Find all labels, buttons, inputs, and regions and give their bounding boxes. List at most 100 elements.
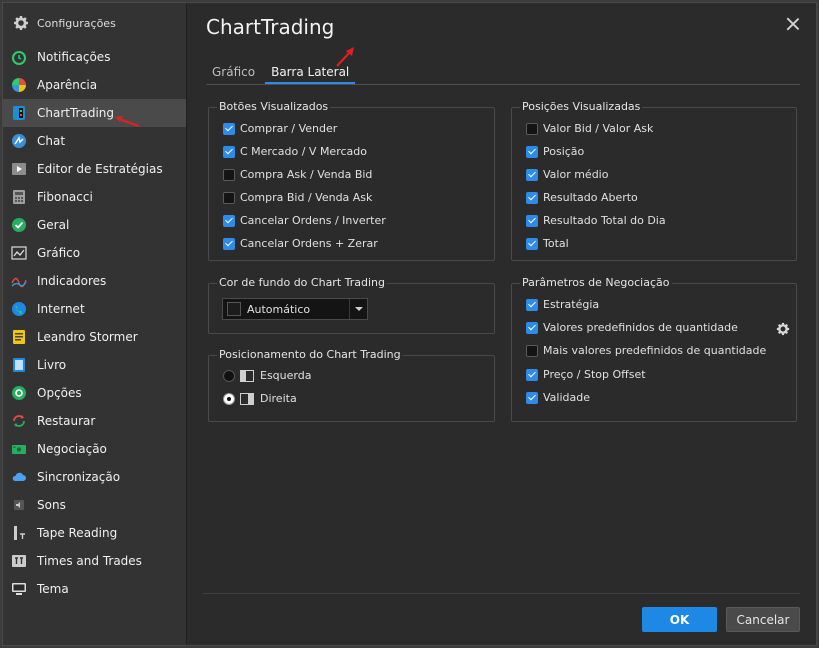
sidebar-item-leandro-stormer[interactable]: Leandro Stormer	[3, 323, 186, 351]
money-icon	[11, 441, 27, 457]
play-editor-icon	[11, 161, 27, 177]
sidebar-item-tape-reading[interactable]: Tape Reading	[3, 519, 186, 547]
checkbox-label: Comprar / Vender	[240, 122, 338, 135]
chart-trading-icon	[11, 105, 27, 121]
sound-icon	[11, 497, 27, 513]
checkbox-row[interactable]: Valores predefinidos de quantidade	[526, 321, 738, 334]
sidebar-item-negociacao[interactable]: Negociação	[3, 435, 186, 463]
sidebar-item-charttrading[interactable]: ChartTrading	[3, 99, 186, 127]
radio-label: Esquerda	[260, 369, 312, 382]
align-right-icon	[240, 392, 254, 405]
checkbox[interactable]	[223, 191, 235, 204]
tab-barra-lateral[interactable]: Barra Lateral	[265, 63, 356, 84]
checkbox-label: Cancelar Ordens / Inverter	[240, 214, 386, 227]
radio-row-direita[interactable]: Direita	[223, 392, 297, 405]
sidebar-header-label: Configurações	[37, 16, 116, 30]
checkbox-row[interactable]: Comprar / Vender	[223, 122, 337, 135]
sidebar-item-label: Geral	[37, 218, 70, 232]
sidebar-item-notificacoes[interactable]: Notificações	[3, 43, 186, 71]
settings-window: Configurações Notificações Aparência Cha…	[2, 2, 817, 646]
main-panel: ChartTrading Gráfico Barra Lateral Botõe…	[188, 3, 816, 645]
checkbox-row[interactable]: Total	[526, 237, 569, 250]
cancel-button[interactable]: Cancelar	[726, 607, 800, 632]
checkbox-row[interactable]: Validade	[526, 391, 590, 404]
checkbox-row[interactable]: Preço / Stop Offset	[526, 368, 646, 381]
sidebar-item-label: Internet	[37, 302, 85, 316]
background-color-select[interactable]: Automático	[222, 298, 368, 320]
sidebar-item-label: Restaurar	[37, 414, 96, 428]
check-circle-icon	[11, 217, 27, 233]
group-title: Posicionamento do Chart Trading	[217, 348, 403, 361]
checkbox[interactable]	[526, 145, 538, 158]
radio-button[interactable]	[223, 369, 235, 382]
checkbox-row[interactable]: Mais valores predefinidos de quantidade	[526, 344, 766, 357]
chevron-down-icon[interactable]	[349, 299, 367, 319]
page-title: ChartTrading	[206, 15, 335, 39]
checkbox-row[interactable]: Resultado Total do Dia	[526, 214, 666, 227]
checkbox-label: Estratégia	[543, 298, 600, 311]
sidebar-item-opcoes[interactable]: Opções	[3, 379, 186, 407]
group-title: Parâmetros de Negociação	[520, 276, 672, 289]
checkbox-label: Compra Ask / Venda Bid	[240, 168, 373, 181]
checkbox[interactable]	[526, 168, 538, 181]
checkbox-row[interactable]: Cancelar Ordens / Inverter	[223, 214, 386, 227]
book-icon	[11, 329, 27, 345]
tab-grafico[interactable]: Gráfico	[206, 63, 261, 84]
chat-icon	[11, 133, 27, 149]
checkbox-row[interactable]: Resultado Aberto	[526, 191, 638, 204]
checkbox[interactable]	[526, 237, 538, 250]
checkbox[interactable]	[223, 145, 235, 158]
checkbox-label: C Mercado / V Mercado	[240, 145, 367, 158]
group-parametros-negociacao: Parâmetros de Negociação Estratégia Valo…	[511, 276, 797, 422]
checkbox-row[interactable]: Cancelar Ordens + Zerar	[223, 237, 378, 250]
checkbox[interactable]	[526, 344, 538, 357]
radio-button[interactable]	[223, 392, 235, 405]
checkbox-row[interactable]: C Mercado / V Mercado	[223, 145, 367, 158]
close-icon[interactable]	[786, 17, 800, 31]
group-cor-fundo: Cor de fundo do Chart Trading Automático	[208, 276, 495, 334]
checkbox-label: Compra Bid / Venda Ask	[240, 191, 373, 204]
checkbox[interactable]	[526, 191, 538, 204]
sidebar-item-aparencia[interactable]: Aparência	[3, 71, 186, 99]
sidebar-item-grafico[interactable]: Gráfico	[3, 239, 186, 267]
monitor-icon	[11, 581, 27, 597]
checkbox[interactable]	[223, 122, 235, 135]
checkbox-row[interactable]: Estratégia	[526, 298, 599, 311]
sidebar-item-label: Tape Reading	[37, 526, 118, 540]
sidebar-item-geral[interactable]: Geral	[3, 211, 186, 239]
checkbox[interactable]	[526, 298, 538, 311]
footer-divider	[203, 593, 800, 594]
checkbox[interactable]	[223, 214, 235, 227]
sidebar-item-sons[interactable]: Sons	[3, 491, 186, 519]
sidebar-item-restaurar[interactable]: Restaurar	[3, 407, 186, 435]
checkbox-row[interactable]: Posição	[526, 145, 584, 158]
checkbox[interactable]	[526, 368, 538, 381]
checkbox[interactable]	[526, 321, 538, 334]
checkbox-row[interactable]: Valor médio	[526, 168, 608, 181]
sidebar-item-chat[interactable]: Chat	[3, 127, 186, 155]
checkbox[interactable]	[526, 122, 538, 135]
sidebar-item-fibonacci[interactable]: Fibonacci	[3, 183, 186, 211]
checkbox-label: Total	[543, 237, 569, 250]
ok-button[interactable]: OK	[642, 607, 717, 632]
sidebar-item-indicadores[interactable]: Indicadores	[3, 267, 186, 295]
line-chart-icon	[11, 245, 27, 261]
sidebar-item-times-and-trades[interactable]: Times and Trades	[3, 547, 186, 575]
checkbox[interactable]	[526, 214, 538, 227]
sidebar-item-sincronizacao[interactable]: Sincronização	[3, 463, 186, 491]
radio-row-esquerda[interactable]: Esquerda	[223, 369, 311, 382]
sidebar-item-internet[interactable]: Internet	[3, 295, 186, 323]
checkbox-label: Mais valores predefinidos de quantidade	[543, 344, 767, 357]
checkbox[interactable]	[223, 168, 235, 181]
checkbox-row[interactable]: Compra Ask / Venda Bid	[223, 168, 372, 181]
checkbox-row[interactable]: Valor Bid / Valor Ask	[526, 122, 653, 135]
sidebar-item-label: Fibonacci	[37, 190, 93, 204]
sidebar-item-tema[interactable]: Tema	[3, 575, 186, 603]
gear-icon[interactable]	[776, 322, 790, 336]
sidebar-item-editor-estrategias[interactable]: Editor de Estratégias	[3, 155, 186, 183]
checkbox[interactable]	[526, 391, 538, 404]
checkbox[interactable]	[223, 237, 235, 250]
sidebar-item-livro[interactable]: Livro	[3, 351, 186, 379]
checkbox-row[interactable]: Compra Bid / Venda Ask	[223, 191, 372, 204]
align-left-icon	[240, 369, 254, 382]
